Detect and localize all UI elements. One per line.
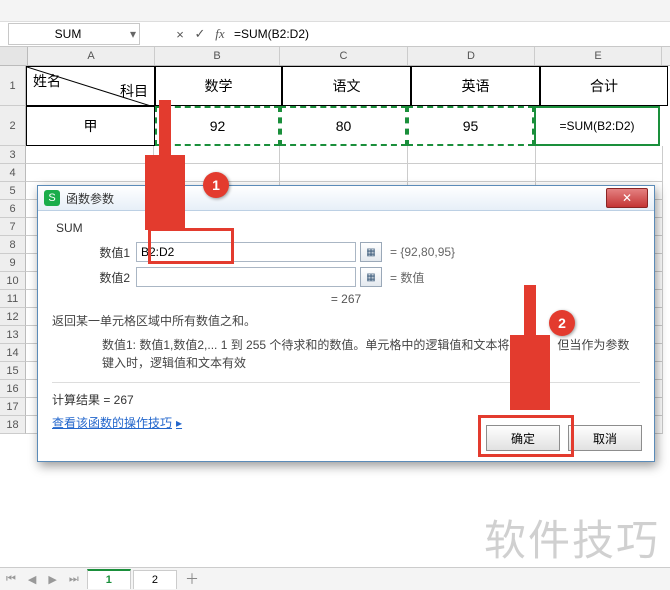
param2-preview: = 数值	[390, 269, 424, 286]
cell-a2[interactable]: 甲	[26, 106, 155, 146]
param-description: 数值1: 数值1,数值2,... 1 到 255 个待求和的数值。单元格中的逻辑…	[102, 336, 640, 372]
cell-b1[interactable]: 数学	[155, 66, 282, 106]
play-icon: ▸	[176, 416, 182, 430]
result-preview: = 267	[52, 292, 640, 306]
tab-nav-first-icon[interactable]: ⏮	[0, 573, 22, 586]
select-all-corner[interactable]	[0, 47, 28, 65]
cell-d2[interactable]: 95	[407, 106, 534, 146]
col-header-d[interactable]: D	[408, 47, 535, 65]
cell-a1[interactable]: 姓名 科目	[26, 66, 155, 106]
annotation-badge-2: 2	[549, 310, 575, 336]
sheet-tabs: ⏮ ◀ ▶ ⏭ 1 2 ＋	[0, 567, 670, 590]
col-header-e[interactable]: E	[535, 47, 662, 65]
diag-label-top: 姓名	[33, 71, 61, 91]
name-box-value: SUM	[9, 27, 127, 41]
param2-input[interactable]	[136, 267, 356, 287]
fx-icon[interactable]: fx	[210, 26, 230, 42]
column-headers: A B C D E	[0, 47, 670, 66]
calc-result: 计算结果 = 267	[52, 382, 640, 408]
cell-d1[interactable]: 英语	[411, 66, 540, 106]
row-header[interactable]: 3	[0, 146, 26, 164]
cancel-button[interactable]: 取消	[568, 425, 642, 451]
formula-input[interactable]: =SUM(B2:D2)	[230, 27, 670, 41]
cell-e2[interactable]: =SUM(B2:D2)	[534, 106, 660, 146]
diag-label-bottom: 科目	[120, 81, 148, 101]
ribbon-strip	[0, 0, 670, 22]
tab-nav-next-icon[interactable]: ▶	[42, 573, 62, 586]
table-row: 2 甲 92 80 95 =SUM(B2:D2)	[0, 106, 670, 146]
table-header-row: 1 姓名 科目 数学 语文 英语 合计	[0, 66, 670, 106]
sheet-tab-1[interactable]: 1	[87, 569, 131, 589]
cancel-formula-button[interactable]: ×	[170, 27, 190, 42]
sheet-tab-2[interactable]: 2	[133, 570, 177, 589]
app-icon: S	[44, 190, 60, 206]
ok-button[interactable]: 确定	[486, 425, 560, 451]
close-button[interactable]: ✕	[606, 188, 648, 208]
col-header-c[interactable]: C	[280, 47, 408, 65]
range-selector-icon[interactable]: ▦	[360, 267, 382, 287]
range-selector-icon[interactable]: ▦	[360, 242, 382, 262]
cell-c1[interactable]: 语文	[282, 66, 411, 106]
formula-bar-row: SUM ▾ × ✓ fx =SUM(B2:D2)	[0, 22, 670, 47]
cell-b2[interactable]: 92	[155, 106, 280, 146]
param1-input[interactable]	[136, 242, 356, 262]
annotation-badge-1: 1	[203, 172, 229, 198]
cell-e1[interactable]: 合计	[540, 66, 668, 106]
dialog-title: 函数参数	[66, 190, 114, 207]
dialog-titlebar[interactable]: S 函数参数 ✕	[38, 186, 654, 211]
add-sheet-button[interactable]: ＋	[185, 569, 199, 589]
row-header[interactable]: 2	[0, 106, 26, 146]
param-label: 数值1	[52, 244, 136, 261]
chevron-down-icon[interactable]: ▾	[127, 27, 139, 41]
tab-nav-last-icon[interactable]: ⏭	[63, 573, 85, 586]
tab-nav-prev-icon[interactable]: ◀	[22, 573, 42, 586]
param1-preview: = {92,80,95}	[390, 245, 455, 259]
watermark: 软件技巧	[484, 507, 660, 568]
param-label: 数值2	[52, 269, 136, 286]
empty-cell[interactable]	[26, 146, 154, 164]
confirm-formula-button[interactable]: ✓	[190, 26, 210, 42]
function-name: SUM	[56, 221, 640, 235]
cell-c2[interactable]: 80	[280, 106, 407, 146]
row-header[interactable]: 1	[0, 66, 26, 106]
name-box[interactable]: SUM ▾	[8, 23, 140, 45]
col-header-b[interactable]: B	[155, 47, 280, 65]
close-icon: ✕	[622, 191, 632, 205]
help-link[interactable]: 查看该函数的操作技巧 ▸	[52, 414, 182, 431]
col-header-a[interactable]: A	[28, 47, 155, 65]
